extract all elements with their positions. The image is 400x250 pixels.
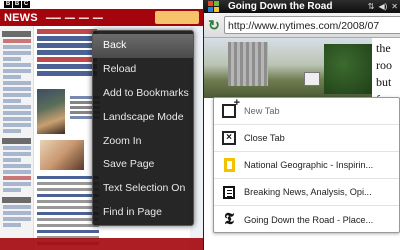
menu-item-zoom-in[interactable]: Zoom In	[93, 130, 193, 154]
tabs-menu-item-close-tab[interactable]: × Close Tab	[214, 125, 399, 152]
tabs-menu-label: National Geographic - Inspirin...	[244, 160, 374, 170]
volume-icon[interactable]: ◀)	[378, 1, 387, 12]
news-sidebar-nav[interactable]	[0, 26, 34, 250]
address-bar: ↻ http://www.nytimes.com/2008/07	[204, 13, 400, 38]
close-icon[interactable]: ✕	[391, 1, 398, 12]
natgeo-favicon-icon	[223, 158, 235, 172]
headline-block[interactable]	[37, 29, 97, 78]
tabs-menu: New Tab × Close Tab National Geographic …	[213, 97, 400, 233]
bbc-logo-letter: B	[13, 1, 21, 8]
menu-item-text-selection-on[interactable]: Text Selection On	[93, 177, 193, 201]
reload-icon[interactable]: ↻	[204, 17, 224, 34]
page-bottom-strip	[0, 238, 203, 250]
tabs-menu-item-breaking-news[interactable]: Breaking News, Analysis, Opi...	[214, 179, 399, 206]
story-photo[interactable]	[37, 89, 65, 134]
masthead-links[interactable]: ▬▬▬ ▬▬ ▬▬ ▬▬	[46, 15, 103, 21]
menu-item-add-to-bookmarks[interactable]: Add to Bookmarks	[93, 82, 193, 106]
window-titlebar: Going Down the Road ⇅ ◀) ✕	[204, 0, 400, 13]
tabs-menu-item-new-tab[interactable]: New Tab	[214, 97, 399, 125]
article-text-line: but	[376, 75, 392, 89]
article-photo[interactable]	[204, 38, 372, 98]
bbc-logo[interactable]: B B C	[0, 0, 203, 9]
bbc-logo-letter: C	[22, 1, 30, 8]
tabs-menu-label: New Tab	[244, 106, 280, 116]
url-field[interactable]: http://www.nytimes.com/2008/07	[224, 16, 400, 34]
article-text-line: the	[376, 41, 391, 55]
left-browser-screen: B B C NEWS ▬▬▬ ▬▬ ▬▬ ▬▬ Back Reload Add …	[0, 0, 203, 250]
tabs-menu-label: Close Tab	[244, 133, 285, 143]
close-tab-icon: ×	[222, 131, 236, 145]
tabs-menu-label: Going Down the Road - Place...	[244, 214, 374, 225]
new-tab-icon	[222, 97, 240, 118]
window-title: Going Down the Road	[228, 1, 333, 12]
bbc-logo-letter: B	[4, 1, 12, 8]
news-section-title[interactable]: NEWS	[4, 12, 38, 24]
article-text-line: roo	[376, 58, 392, 72]
context-menu: Back Reload Add to Bookmarks Landscape M…	[92, 30, 194, 226]
windows-start-icon[interactable]	[208, 1, 219, 12]
menu-item-save-page[interactable]: Save Page	[93, 153, 193, 177]
system-tray: ⇅ ◀) ✕	[368, 1, 398, 12]
nyt-favicon-icon: 𝕿	[224, 210, 234, 228]
tabs-menu-label: Breaking News, Analysis, Opi...	[244, 187, 372, 197]
document-favicon-icon	[223, 185, 235, 199]
tabs-menu-item-going-down-the-road[interactable]: 𝕿 Going Down the Road - Place...	[214, 206, 399, 233]
menu-item-landscape-mode[interactable]: Landscape Mode	[93, 106, 193, 130]
masthead-banner-ad[interactable]	[155, 11, 199, 24]
menu-item-back[interactable]: Back	[93, 34, 193, 58]
tabs-menu-item-national-geographic[interactable]: National Geographic - Inspirin...	[214, 152, 399, 179]
story-photo-secondary[interactable]	[40, 140, 84, 170]
menu-item-reload[interactable]: Reload	[93, 58, 193, 82]
signal-icon[interactable]: ⇅	[368, 1, 375, 12]
menu-item-find-in-page[interactable]: Find in Page	[93, 201, 193, 225]
